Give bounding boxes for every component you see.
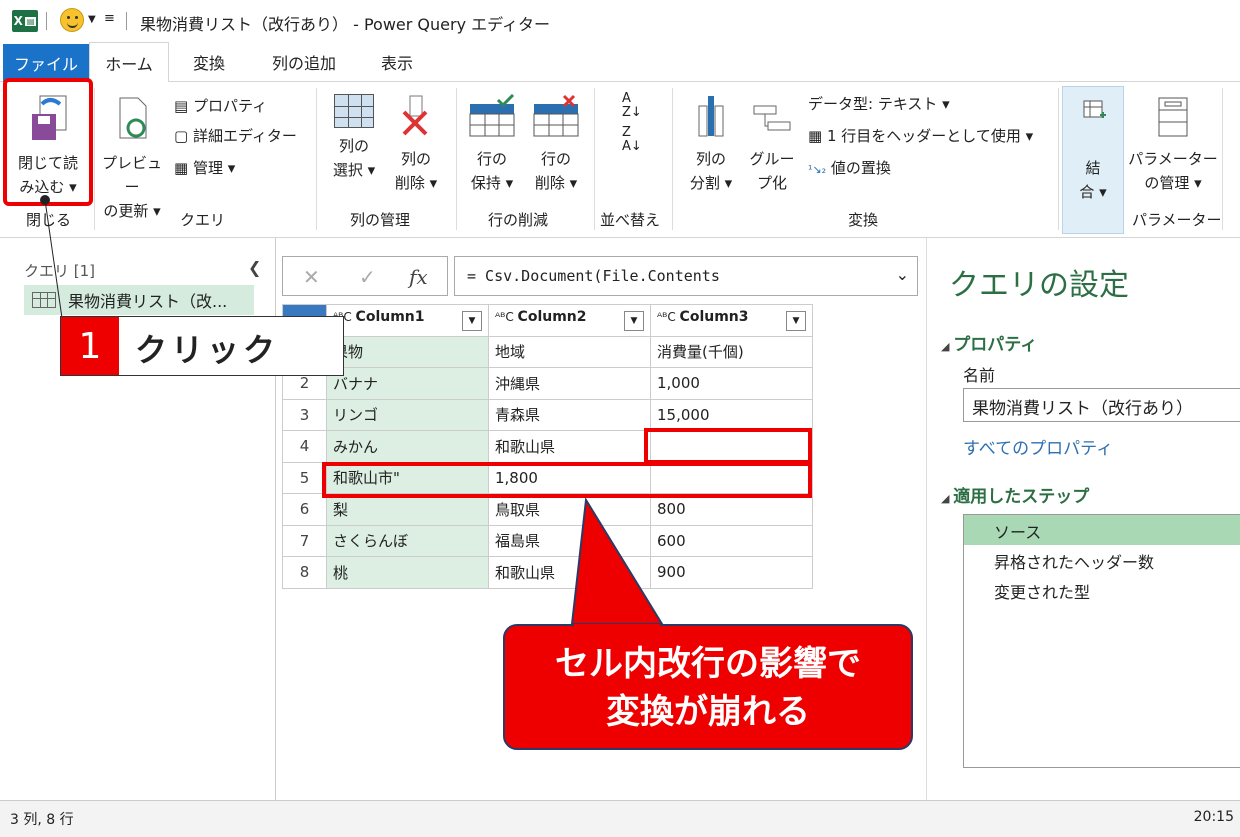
step-badge: 1 クリック (60, 316, 344, 376)
step-label: クリック (135, 331, 280, 369)
callout-line-1: セル内改行の影響で (555, 644, 861, 684)
callout-joint (574, 624, 660, 628)
callout-bubble: セル内改行の影響で 変換が崩れる (503, 624, 913, 750)
step-number: 1 (61, 317, 119, 375)
callout-line-2: 変換が崩れる (606, 692, 810, 732)
